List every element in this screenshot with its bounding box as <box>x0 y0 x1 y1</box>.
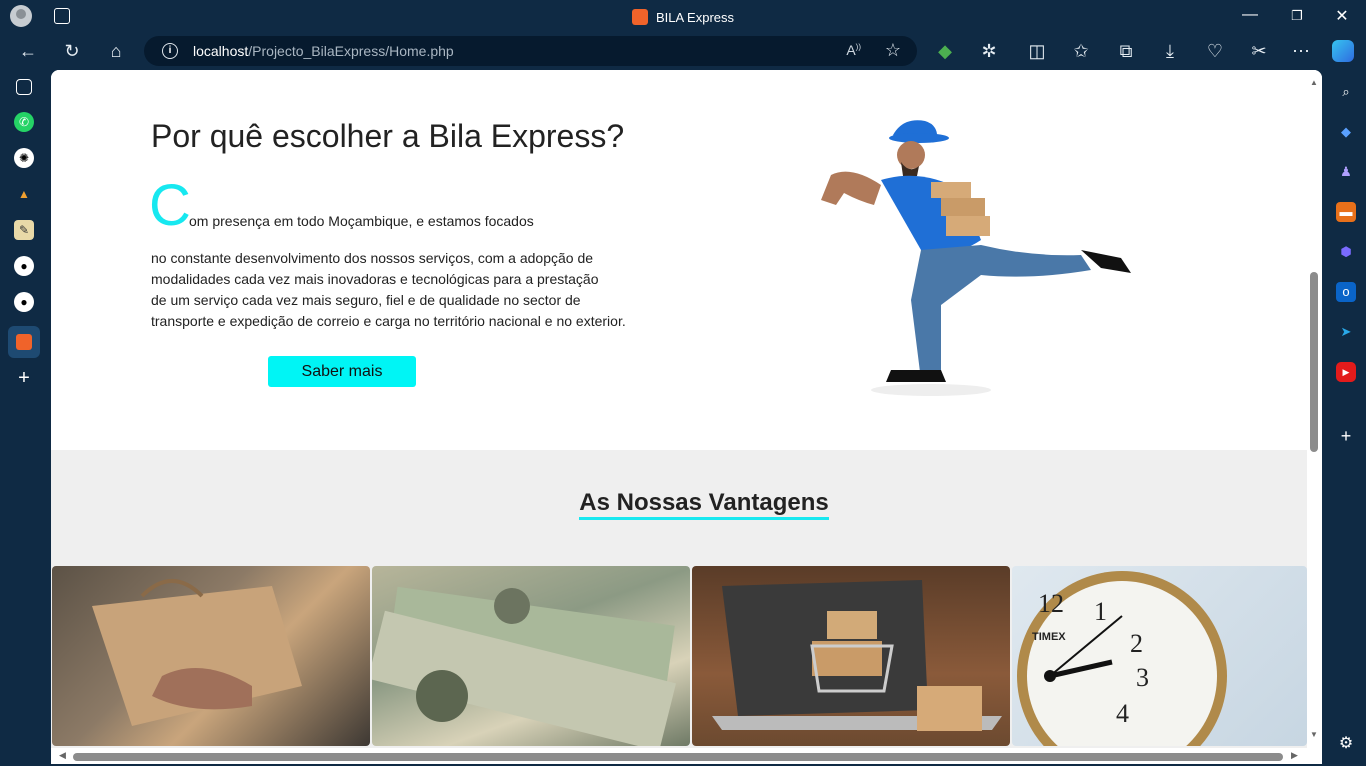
back-arrow-icon[interactable]: ← <box>17 40 39 62</box>
copilot-icon[interactable] <box>1332 40 1354 62</box>
tag-icon[interactable]: ◆ <box>1336 122 1356 142</box>
courier-image <box>821 120 1131 396</box>
vertical-tabs-sidebar: ✆ ✺ ▲ ✎ ● ● + <box>0 70 48 766</box>
add-icon[interactable]: + <box>1336 426 1356 446</box>
browser-toolbar: ← ↻ ⌂ i localhost/Projecto_BilaExpress/H… <box>0 32 1366 70</box>
xampp-tab[interactable] <box>8 326 40 358</box>
search-icon[interactable]: ⌕ <box>1336 82 1356 102</box>
address-bar[interactable]: i localhost/Projecto_BilaExpress/Home.ph… <box>144 36 917 66</box>
close-button[interactable]: ✕ <box>1327 6 1357 26</box>
add-icon[interactable]: + <box>14 368 34 388</box>
url-text[interactable]: localhost/Projecto_BilaExpress/Home.php <box>193 43 454 59</box>
scroll-up-icon[interactable]: ▲ <box>1310 78 1318 87</box>
games-icon[interactable]: ♟ <box>1336 162 1356 182</box>
minimize-button[interactable]: — <box>1235 6 1265 24</box>
favorite-star-icon[interactable]: ☆ <box>885 40 901 61</box>
window-title: BILA Express <box>0 9 1366 25</box>
title-bar: BILA Express — ❐ ✕ <box>0 0 1366 32</box>
site-info-icon[interactable]: i <box>162 43 178 59</box>
svg-text:2: 2 <box>1130 629 1143 658</box>
horizontal-scrollbar[interactable]: ◀ ▶ <box>51 748 1307 764</box>
svg-text:12: 12 <box>1038 589 1064 618</box>
refresh-icon[interactable]: ↻ <box>61 40 83 62</box>
hero-lead: om presença em todo Moçambique, e estamo… <box>189 213 534 229</box>
scroll-right-icon[interactable]: ▶ <box>1291 750 1298 761</box>
home-icon[interactable]: ⌂ <box>105 40 127 62</box>
favorites-icon[interactable]: ✩ <box>1070 40 1092 62</box>
vantagens-section: As Nossas Vantagens 12 1 2 3 4 TIMEX <box>51 450 1307 764</box>
hero-line: modalidades cada vez mais inovadoras e t… <box>151 271 599 287</box>
maximize-button[interactable]: ❐ <box>1282 8 1312 24</box>
youtube-icon[interactable]: ▶ <box>1336 362 1356 382</box>
hero-paragraph: no constante desenvolvimento dos nossos … <box>151 248 651 332</box>
saber-mais-button[interactable]: Saber mais <box>268 356 416 387</box>
vertical-scrollbar[interactable]: ▲ ▼ <box>1307 70 1322 750</box>
github-icon[interactable]: ● <box>14 256 34 276</box>
extensions-puzzle-icon[interactable]: ✲ <box>978 40 1000 62</box>
xampp-favicon-icon <box>631 9 648 25</box>
alarm-clock-image: 12 12 34 TIMEX <box>1017 571 1227 746</box>
performance-icon[interactable]: ♡ <box>1204 40 1226 62</box>
whatsapp-icon[interactable]: ✆ <box>14 112 34 132</box>
send-icon[interactable]: ➤ <box>1336 322 1356 342</box>
hero-line: transporte e expedição de correio e carg… <box>151 313 626 329</box>
extension-icon[interactable]: ◆ <box>934 40 956 62</box>
scroll-down-icon[interactable]: ▼ <box>1310 730 1318 739</box>
settings-icon[interactable]: ⚙ <box>1336 734 1356 754</box>
card-image-ecommerce <box>692 566 1010 746</box>
copilot-sidebar-icon[interactable]: ⬢ <box>1336 242 1356 262</box>
app-icon[interactable]: ▲ <box>14 184 34 204</box>
tools-icon[interactable]: ▬ <box>1336 202 1356 222</box>
hero-line: no constante desenvolvimento dos nossos … <box>151 250 594 266</box>
svg-text:1: 1 <box>1094 597 1107 626</box>
split-screen-icon[interactable]: ◫ <box>1026 40 1048 62</box>
svg-text:TIMEX: TIMEX <box>1032 631 1066 643</box>
vantagens-title: As Nossas Vantagens <box>51 489 1322 520</box>
screenshot-icon[interactable]: ✂ <box>1248 40 1270 62</box>
card-image-delivery <box>52 566 370 746</box>
outlook-icon[interactable]: o <box>1336 282 1356 302</box>
banknotes-image <box>372 586 677 746</box>
card-image-clock: 12 1 2 3 4 TIMEX <box>1012 566 1307 746</box>
app-icon-2[interactable]: ✎ <box>14 220 34 240</box>
horizontal-scroll-thumb[interactable] <box>73 753 1283 761</box>
card-image-money <box>372 566 690 746</box>
laptop-cart-image <box>712 580 1002 731</box>
drop-cap: C <box>149 173 191 238</box>
more-menu-icon[interactable]: ⋯ <box>1290 40 1312 62</box>
xampp-icon <box>16 334 32 350</box>
page-viewport: Por quê escolher a Bila Express? C om pr… <box>51 70 1322 764</box>
delivery-bag-image <box>92 579 302 726</box>
vertical-scroll-thumb[interactable] <box>1310 272 1318 452</box>
collections-icon[interactable]: ⧉ <box>1115 40 1137 62</box>
hero-title: Por quê escolher a Bila Express? <box>151 118 625 154</box>
hero-section: Por quê escolher a Bila Express? C om pr… <box>51 70 1307 450</box>
downloads-icon[interactable]: ⤓ <box>1159 40 1181 62</box>
svg-text:3: 3 <box>1136 663 1149 692</box>
chatgpt-icon[interactable]: ✺ <box>14 148 34 168</box>
scroll-left-icon[interactable]: ◀ <box>59 750 66 761</box>
edge-sidebar: ⌕ ◆ ♟ ▬ ⬢ o ➤ ▶ + ⚙ <box>1326 70 1366 766</box>
github-icon-2[interactable]: ● <box>14 292 34 312</box>
tab-actions-icon[interactable] <box>16 79 32 95</box>
hero-line: de um serviço cada vez mais seguro, fiel… <box>151 292 581 308</box>
svg-text:4: 4 <box>1116 699 1129 728</box>
read-aloud-icon[interactable]: A)) <box>846 42 861 58</box>
